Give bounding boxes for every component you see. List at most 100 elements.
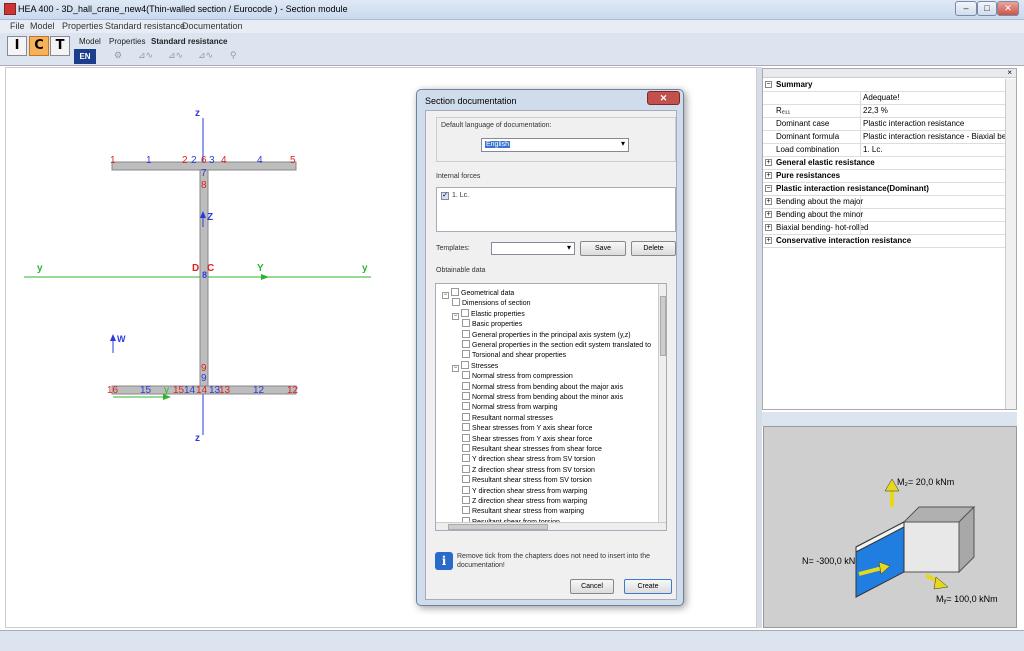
summary-row[interactable]: + General elastic resistance <box>763 157 1005 170</box>
tree-checkbox[interactable] <box>462 464 470 473</box>
expand-icon[interactable]: + <box>765 159 772 166</box>
tree-checkbox[interactable] <box>462 506 470 515</box>
menu-documentation[interactable]: Documentation <box>182 21 243 31</box>
collapse-icon[interactable]: − <box>452 312 459 320</box>
tree-item[interactable]: Resultant shear stresses from shear forc… <box>462 444 602 454</box>
tree-checkbox[interactable] <box>462 350 470 359</box>
tree-item[interactable]: Resultant normal stresses <box>462 412 553 423</box>
summary-row[interactable]: + Bending about the minor <box>763 209 1005 222</box>
maximize-button[interactable]: □ <box>977 1 997 16</box>
language-select[interactable]: English ▾ <box>481 138 629 152</box>
tree-item[interactable]: General properties in the section edit s… <box>462 340 651 350</box>
tree-item[interactable]: Normal stress from compression <box>462 371 573 381</box>
close-button[interactable]: ✕ <box>997 1 1019 16</box>
t-section-icon[interactable]: T <box>50 36 70 56</box>
tab-standard-resistance[interactable]: Standard resistance <box>151 37 227 46</box>
tree-item[interactable]: General properties in the principal axis… <box>462 329 631 340</box>
tree-horizontal-scrollbar[interactable] <box>436 522 666 530</box>
gear-icon[interactable]: ⚙ <box>114 50 122 62</box>
tree-checkbox[interactable] <box>462 381 470 390</box>
delete-button[interactable]: Delete <box>631 241 676 256</box>
tree-item[interactable]: Normal stress from bending about the min… <box>462 392 623 402</box>
panel-close-icon[interactable]: × <box>1007 68 1012 77</box>
tree-item[interactable]: Y direction shear stress from warping <box>462 485 587 496</box>
stress-diagram-3-icon[interactable]: ⊿∿ <box>198 50 213 62</box>
menu-standard-resistance[interactable]: Standard resistance <box>105 21 185 31</box>
tree-checkbox[interactable] <box>462 329 470 338</box>
tree-item[interactable]: Dimensions of section <box>452 298 530 308</box>
menu-model[interactable]: Model <box>30 21 55 31</box>
tree-checkbox[interactable] <box>462 475 470 484</box>
tree-item[interactable]: Normal stress from warping <box>462 402 558 412</box>
tree-item[interactable]: − Elastic properties <box>452 308 525 320</box>
stress-diagram-2-icon[interactable]: ⊿∿ <box>168 50 183 62</box>
tree-checkbox[interactable] <box>462 496 470 504</box>
summary-row[interactable]: − Plastic interaction resistance(Dominant… <box>763 183 1005 196</box>
summary-row[interactable]: − Summary <box>763 79 1005 92</box>
tree-checkbox[interactable] <box>452 298 460 307</box>
tab-properties[interactable]: Properties <box>109 37 145 46</box>
expand-icon[interactable]: + <box>765 172 772 179</box>
cancel-button[interactable]: Cancel <box>570 579 614 594</box>
collapse-icon[interactable]: − <box>765 81 772 88</box>
summary-row[interactable]: + Biaxial bending- hot-rolled <box>763 222 1005 235</box>
tree-checkbox[interactable] <box>462 319 470 328</box>
tree-checkbox[interactable] <box>462 485 470 494</box>
channel-section-icon[interactable]: C <box>29 36 49 56</box>
tree-item[interactable]: Resultant shear stress from SV torsion <box>462 475 592 485</box>
tree-checkbox[interactable] <box>462 444 470 452</box>
tree-checkbox[interactable] <box>462 423 470 432</box>
obtainable-data-tree[interactable]: − Geometrical data Dimensions of section − E… <box>435 283 667 531</box>
check-icon[interactable]: ⚲ <box>230 50 237 62</box>
expand-icon[interactable]: + <box>765 224 772 231</box>
collapse-icon[interactable]: − <box>442 292 449 299</box>
menu-properties[interactable]: Properties <box>62 21 103 31</box>
tree-scroll-thumb[interactable] <box>660 296 666 356</box>
tree-item[interactable]: Z direction shear stress from warping <box>462 496 587 506</box>
templates-select[interactable]: ▾ <box>491 242 575 255</box>
tree-checkbox[interactable] <box>462 433 470 442</box>
expand-icon[interactable]: + <box>765 211 772 218</box>
collapse-icon[interactable]: − <box>765 185 772 192</box>
tree-checkbox[interactable] <box>462 402 470 411</box>
create-button[interactable]: Create <box>624 579 672 594</box>
tree-item[interactable]: − Stresses <box>452 360 498 372</box>
tree-item[interactable]: Basic properties <box>462 319 522 329</box>
tree-item[interactable]: Torsional and shear properties <box>462 350 566 360</box>
expand-icon[interactable]: + <box>765 198 772 205</box>
tree-checkbox[interactable] <box>462 371 470 380</box>
summary-key: General elastic resistance <box>776 158 875 167</box>
summary-row[interactable]: + Pure resistances <box>763 170 1005 183</box>
tree-checkbox[interactable] <box>462 340 470 348</box>
tree-item[interactable]: Normal stress from bending about the maj… <box>462 381 623 392</box>
tree-item[interactable]: Shear stresses from Y axis shear force <box>462 423 592 433</box>
tree-checkbox[interactable] <box>462 412 470 421</box>
lc-checkbox[interactable]: ✓ <box>441 192 449 200</box>
tree-item[interactable]: Resultant shear stress from warping <box>462 506 584 516</box>
splitter-horizontal[interactable] <box>762 412 1017 426</box>
tree-item[interactable]: Y direction shear stress from SV torsion <box>462 454 595 464</box>
dialog-close-button[interactable]: ✕ <box>647 91 680 105</box>
summary-scrollbar[interactable] <box>1005 79 1016 409</box>
summary-row[interactable]: + Conservative interaction resistance <box>763 235 1005 248</box>
expand-icon[interactable]: + <box>765 237 772 244</box>
collapse-icon[interactable]: − <box>452 364 459 372</box>
tree-item[interactable]: − Geometrical data <box>442 288 514 299</box>
tree-item[interactable]: Z direction shear stress from SV torsion <box>462 464 595 475</box>
tree-item[interactable]: Shear stresses from Y axis shear force <box>462 433 592 444</box>
tree-hscroll-thumb[interactable] <box>448 524 548 530</box>
save-button[interactable]: Save <box>580 241 626 256</box>
tree-checkbox[interactable] <box>461 308 469 317</box>
language-flag-icon[interactable]: EN <box>74 49 96 64</box>
tree-vertical-scrollbar[interactable] <box>658 284 666 522</box>
section-i-icon[interactable]: I <box>7 36 27 56</box>
tree-checkbox[interactable] <box>462 454 470 463</box>
tree-checkbox[interactable] <box>462 392 470 400</box>
minimize-button[interactable]: ‒ <box>955 1 977 16</box>
summary-row[interactable]: + Bending about the major <box>763 196 1005 209</box>
tab-model[interactable]: Model <box>79 37 101 46</box>
tree-checkbox[interactable] <box>461 360 469 369</box>
tree-checkbox[interactable] <box>451 288 459 296</box>
stress-diagram-icon[interactable]: ⊿∿ <box>138 50 153 62</box>
menu-file[interactable]: File <box>10 21 25 31</box>
